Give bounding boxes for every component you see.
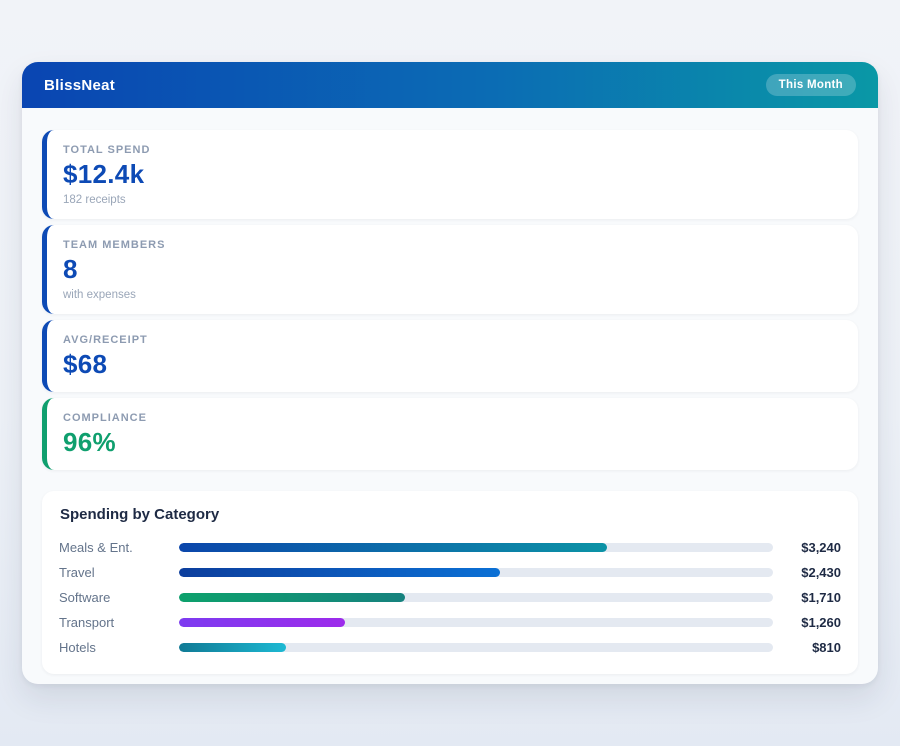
stat-value: $12.4k: [63, 159, 842, 190]
category-rows: Meals & Ent. $3,240 Travel $2,430 Softwa…: [59, 535, 841, 660]
category-row: Hotels $810: [59, 635, 841, 660]
spending-title: Spending by Category: [60, 506, 841, 523]
stat-card: TEAM MEMBERS 8 with expenses: [42, 225, 858, 314]
category-value: $2,430: [783, 565, 841, 580]
stat-label: AVG/RECEIPT: [63, 333, 842, 347]
stat-sub: 182 receipts: [63, 193, 842, 207]
category-value: $1,710: [783, 590, 841, 605]
category-bar-fill: [179, 543, 607, 552]
category-label: Hotels: [59, 640, 179, 655]
stat-value: $68: [63, 349, 842, 380]
category-bar-fill: [179, 568, 500, 577]
app-card: BlissNeat This Month TOTAL SPEND $12.4k …: [22, 62, 878, 684]
category-label: Meals & Ent.: [59, 540, 179, 555]
stat-label: COMPLIANCE: [63, 411, 842, 425]
category-bar-track: [179, 643, 773, 652]
category-value: $3,240: [783, 540, 841, 555]
category-row: Transport $1,260: [59, 610, 841, 635]
category-label: Travel: [59, 565, 179, 580]
period-badge[interactable]: This Month: [766, 74, 856, 96]
category-row: Travel $2,430: [59, 560, 841, 585]
stat-sub: with expenses: [63, 288, 842, 302]
stat-label: TOTAL SPEND: [63, 143, 842, 157]
category-value: $810: [783, 640, 841, 655]
stat-value: 8: [63, 254, 842, 285]
category-label: Software: [59, 590, 179, 605]
stat-label: TEAM MEMBERS: [63, 238, 842, 252]
stat-card: TOTAL SPEND $12.4k 182 receipts: [42, 130, 858, 219]
category-bar-track: [179, 568, 773, 577]
app-header: BlissNeat This Month: [22, 62, 878, 108]
category-bar-fill: [179, 593, 405, 602]
category-bar-fill: [179, 643, 286, 652]
category-bar-fill: [179, 618, 345, 627]
category-bar-track: [179, 543, 773, 552]
category-label: Transport: [59, 615, 179, 630]
category-value: $1,260: [783, 615, 841, 630]
app-title: BlissNeat: [44, 77, 115, 94]
category-bar-track: [179, 618, 773, 627]
category-row: Meals & Ent. $3,240: [59, 535, 841, 560]
stat-value: 96%: [63, 427, 842, 458]
stats-list: TOTAL SPEND $12.4k 182 receipts TEAM MEM…: [42, 130, 858, 470]
spending-card: Spending by Category Meals & Ent. $3,240…: [42, 491, 858, 674]
stat-card: AVG/RECEIPT $68: [42, 320, 858, 392]
category-row: Software $1,710: [59, 585, 841, 610]
content: TOTAL SPEND $12.4k 182 receipts TEAM MEM…: [22, 108, 878, 684]
category-bar-track: [179, 593, 773, 602]
stat-card: COMPLIANCE 96%: [42, 398, 858, 470]
